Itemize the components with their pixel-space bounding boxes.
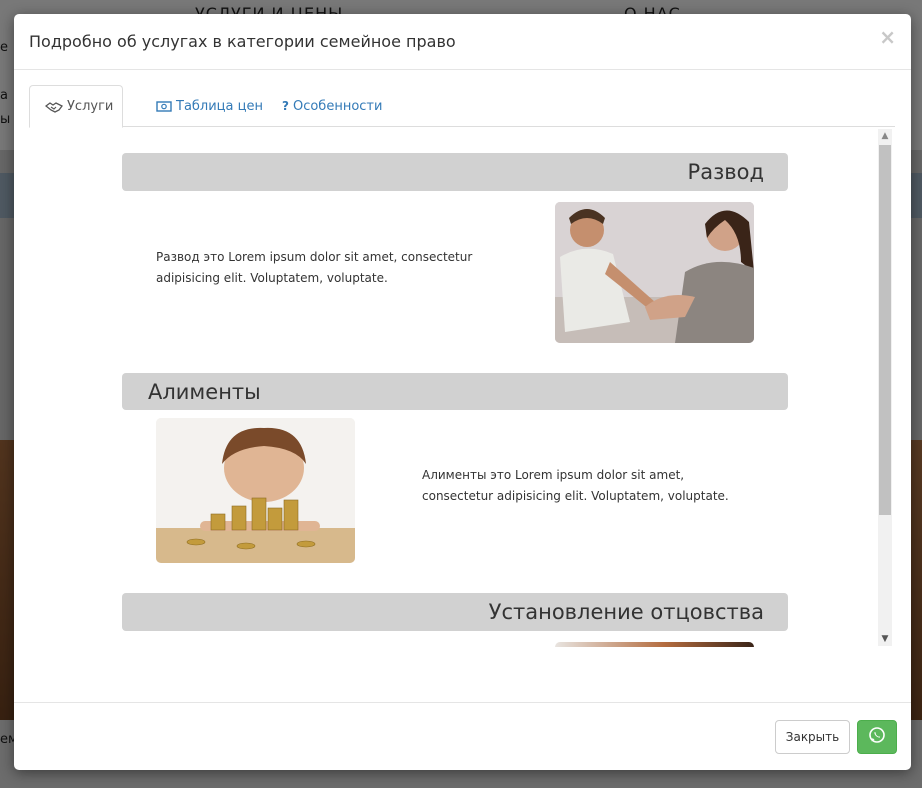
services-content: Развод Развод это Lorem ipsum dolor sit … [29,127,893,647]
close-icon[interactable]: × [879,27,896,47]
tab-label: Особенности [292,98,383,114]
money-icon [156,100,172,112]
tab-label: Услуги [67,99,114,114]
section-heading-alimony: Алименты [122,373,788,410]
section-description-alimony: Алименты это Lorem ipsum dolor sit amet,… [422,468,729,503]
modal-title: Подробно об услугах в категории семейное… [29,32,456,51]
scroll-thumb[interactable] [879,145,891,515]
tab-price-table[interactable]: Таблица цен [141,85,278,127]
tab-bar: Услуги Таблица цен ? Особенности [29,85,895,128]
tab-label: Таблица цен [176,98,263,114]
section-description-divorce: Развод это Lorem ipsum dolor sit amet, c… [156,250,473,285]
tab-services[interactable]: Услуги [29,85,123,128]
section-heading-divorce: Развод [122,153,788,191]
section-heading-paternity: Установление отцовства [122,593,788,631]
tab-features[interactable]: ? Особенности [267,85,397,127]
whatsapp-button[interactable] [857,720,897,754]
couple-photo [555,202,754,343]
close-button[interactable]: Закрыть [775,720,850,754]
question-icon: ? [282,99,289,113]
handshake-icon [45,101,63,113]
modal-header: Подробно об услугах в категории семейное… [14,14,911,70]
whatsapp-icon [868,726,886,748]
scroll-up-icon[interactable]: ▲ [878,129,892,143]
child-coins-photo [156,418,355,563]
scroll-down-icon[interactable]: ▼ [878,632,892,646]
family-photo [555,642,754,647]
content-scrollbar[interactable]: ▲ ▼ [878,129,892,646]
modal-footer: Закрыть [14,702,911,770]
services-modal: Подробно об услугах в категории семейное… [14,14,911,770]
